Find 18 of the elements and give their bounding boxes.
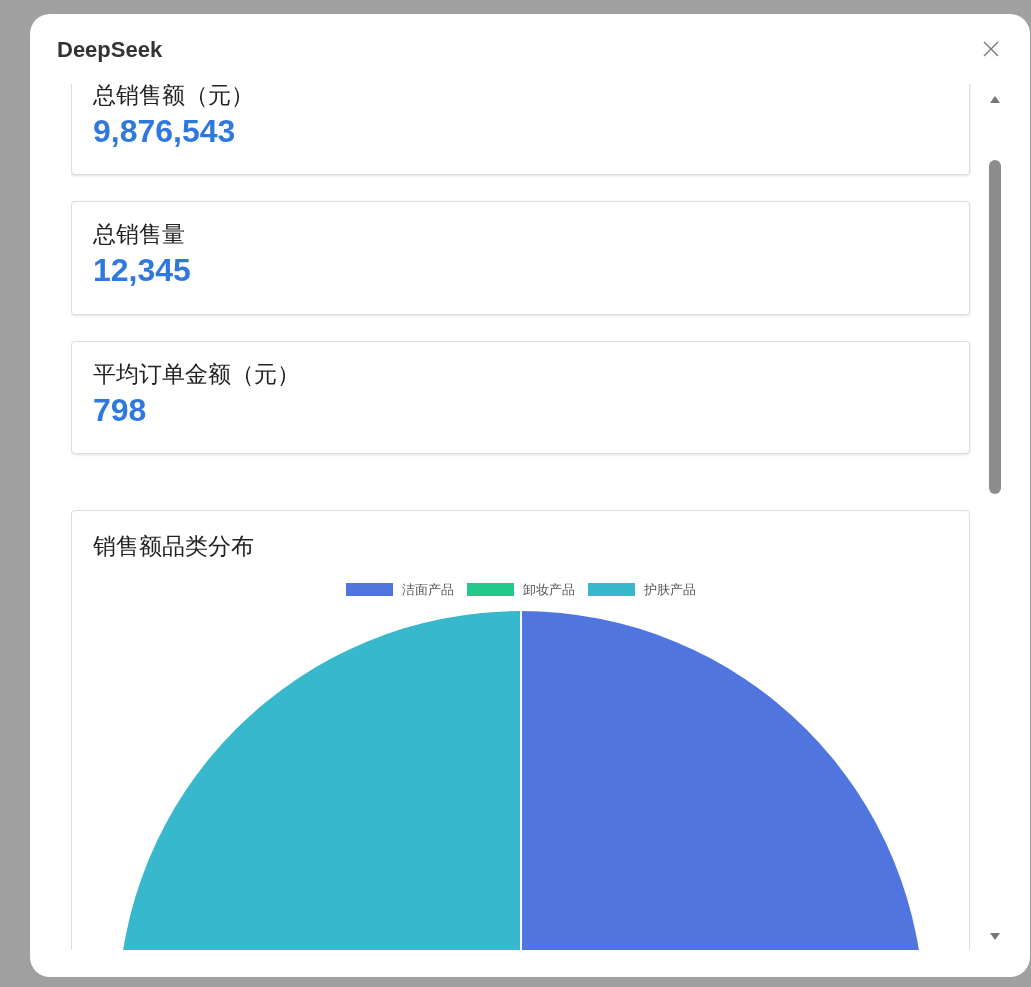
legend-swatch[interactable] [466, 583, 514, 597]
scroll-up-icon[interactable] [989, 94, 1001, 104]
scroll-down-icon[interactable] [989, 932, 1001, 942]
stat-value: 9,876,543 [93, 111, 237, 151]
stat-label: 平均订单金额（元） [93, 359, 301, 389]
legend-label[interactable]: 护肤产品 [643, 579, 696, 600]
chart-title: 销售额品类分布 [93, 532, 255, 562]
legend-label[interactable]: 洁面产品 [401, 579, 454, 600]
stat-label: 总销售额（元） [93, 84, 255, 110]
dialog-title: DeepSeek [57, 35, 163, 64]
legend-label[interactable]: 卸妆产品 [522, 579, 575, 600]
stat-label: 总销售量 [93, 220, 186, 250]
legend-swatch[interactable] [345, 583, 393, 597]
stat-value: 12,345 [93, 251, 192, 291]
stat-value: 798 [93, 390, 148, 430]
legend-swatch[interactable] [587, 583, 635, 597]
scrollbar-thumb[interactable] [989, 160, 1001, 494]
close-icon [982, 40, 1000, 58]
